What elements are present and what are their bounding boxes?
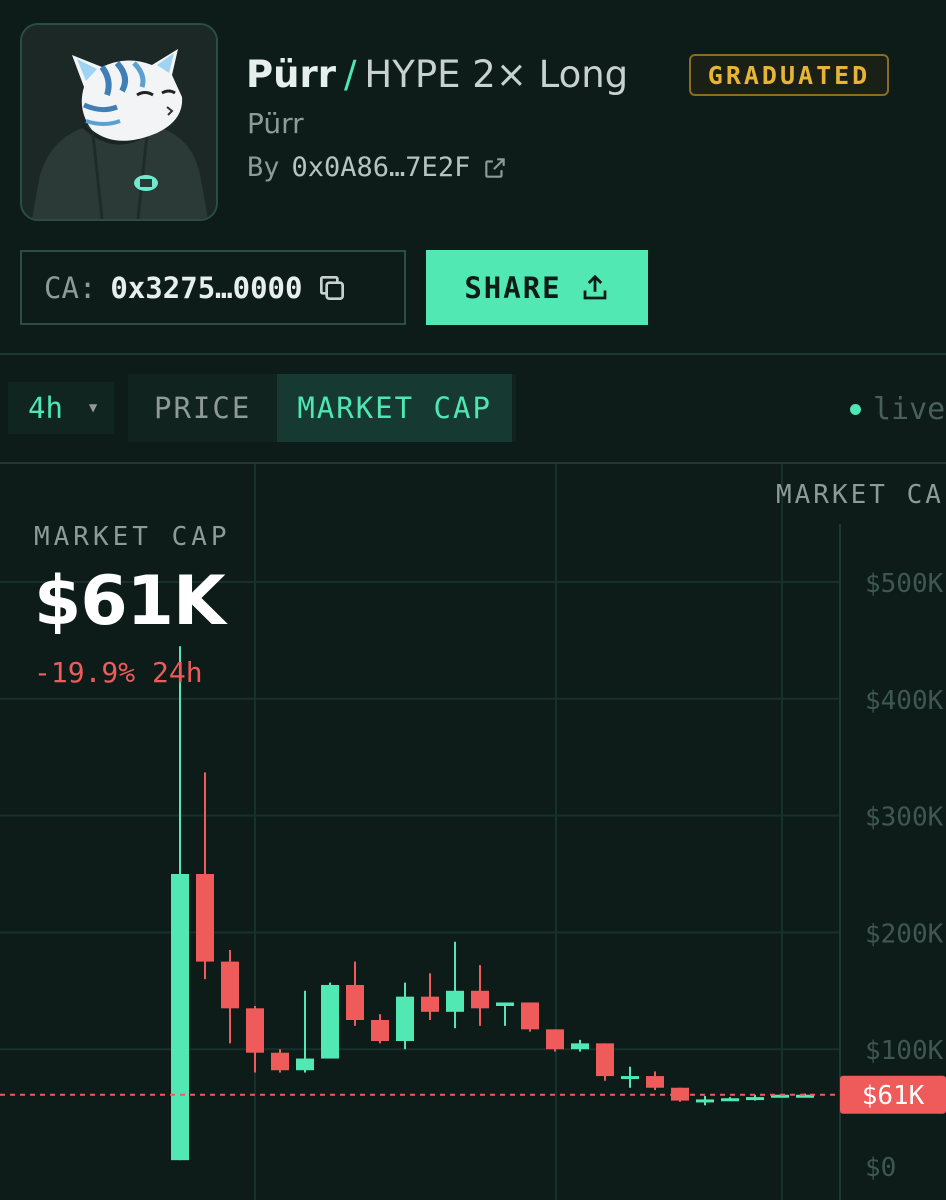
candle-up (396, 996, 414, 1042)
tab-market-cap[interactable]: MARKET CAP (277, 374, 512, 442)
share-label: SHARE (464, 270, 562, 305)
token-avatar (20, 23, 218, 221)
live-label: live (873, 392, 946, 427)
y-tick-label: $400K (865, 686, 944, 716)
chevron-down-icon: ▼ (88, 400, 98, 416)
y-tick-label: $500K (865, 569, 944, 599)
candle-down (646, 1076, 664, 1088)
token-name: Pürr (246, 53, 336, 96)
token-title: Pürr / HYPE 2× Long (246, 52, 628, 98)
candle-down (346, 984, 364, 1020)
candle-up (621, 1076, 639, 1080)
candle-up (696, 1099, 714, 1103)
market-cap-value: $61K (34, 562, 226, 641)
candle-up (496, 1002, 514, 1006)
live-indicator: live (850, 392, 945, 427)
creator-line: By 0x0A86…7E2F (247, 152, 508, 183)
y-tick-label: $0 (865, 1153, 896, 1183)
interval-value: 4h (28, 391, 63, 425)
current-value-label: $61K (862, 1081, 925, 1111)
token-market: HYPE 2× Long (364, 53, 629, 96)
candle-up (721, 1098, 739, 1102)
contract-address: 0x3275…0000 (110, 270, 303, 305)
share-upload-icon (583, 274, 607, 299)
y-tick-label: $100K (865, 1036, 944, 1066)
copy-icon[interactable] (316, 272, 348, 304)
title-separator: / (343, 53, 357, 96)
candle-down (196, 874, 214, 962)
contract-address-box[interactable]: CA: 0x3275…0000 (20, 250, 406, 325)
y-axis-title: MARKET CAP (776, 480, 946, 510)
candle-up (571, 1043, 589, 1050)
tab-price[interactable]: PRICE (128, 374, 277, 442)
candle-down (521, 1002, 539, 1030)
candle-up (171, 874, 189, 1161)
contract-label: CA: (44, 270, 97, 305)
candle-down (246, 1008, 264, 1053)
market-cap-label: MARKET CAP (34, 522, 231, 552)
candle-up (746, 1097, 764, 1101)
chart-mode-tabs: PRICE MARKET CAP (128, 374, 516, 442)
market-cap-change: -19.9% 24h (34, 656, 203, 689)
share-button[interactable]: SHARE (426, 250, 648, 325)
candle-down (471, 990, 489, 1009)
section-divider (0, 353, 946, 355)
live-dot-icon (850, 404, 861, 415)
interval-select[interactable]: 4h ▼ (8, 382, 114, 434)
external-link-icon[interactable] (482, 155, 508, 181)
cat-avatar-icon (22, 25, 216, 219)
y-tick-label: $200K (865, 919, 944, 949)
candle-up (321, 984, 339, 1059)
creator-address-link[interactable]: 0x0A86…7E2F (292, 152, 471, 183)
token-subname: Pürr (247, 107, 304, 140)
candle-down (271, 1052, 289, 1071)
candle-down (546, 1029, 564, 1050)
candle-down (371, 1020, 389, 1042)
y-tick-label: $300K (865, 803, 944, 833)
candle-down (596, 1043, 614, 1077)
candle-up (446, 990, 464, 1012)
candle-down (421, 996, 439, 1012)
candle-up (296, 1058, 314, 1071)
graduated-badge: GRADUATED (689, 54, 889, 96)
creator-prefix: By (247, 152, 280, 183)
candle-down (221, 961, 239, 1009)
